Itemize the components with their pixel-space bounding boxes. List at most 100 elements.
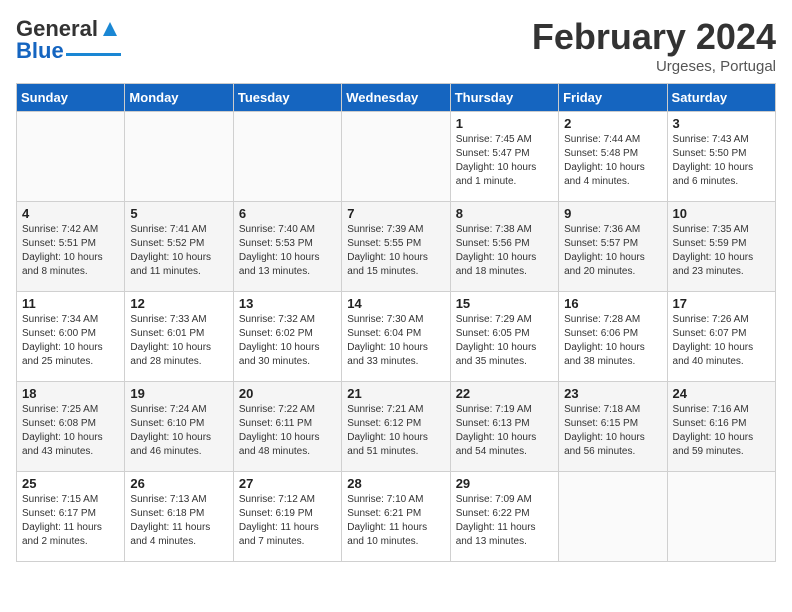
day-cell	[342, 112, 450, 202]
location: Urgeses, Portugal	[532, 58, 776, 75]
day-info: Sunrise: 7:21 AMSunset: 6:12 PMDaylight:…	[347, 403, 444, 459]
day-cell: 19 Sunrise: 7:24 AMSunset: 6:10 PMDayligh…	[125, 382, 233, 472]
day-cell: 26 Sunrise: 7:13 AMSunset: 6:18 PMDayligh…	[125, 472, 233, 562]
day-number: 14	[347, 296, 444, 311]
day-cell: 4Sunrise: 7:42 AMSunset: 5:51 PMDaylight…	[17, 202, 125, 292]
month-title: February 2024	[532, 16, 776, 58]
day-cell: 7 Sunrise: 7:39 AMSunset: 5:55 PMDaylight…	[342, 202, 450, 292]
day-cell	[125, 112, 233, 202]
day-info: Sunrise: 7:28 AMSunset: 6:06 PMDaylight:…	[564, 313, 661, 369]
day-info: Sunrise: 7:19 AMSunset: 6:13 PMDaylight:…	[456, 403, 553, 459]
day-info: Sunrise: 7:12 AMSunset: 6:19 PMDaylight:…	[239, 493, 336, 549]
day-cell: 16 Sunrise: 7:28 AMSunset: 6:06 PMDayligh…	[559, 292, 667, 382]
day-cell	[17, 112, 125, 202]
day-cell: 8Sunrise: 7:38 AMSunset: 5:56 PMDaylight…	[450, 202, 558, 292]
day-number: 23	[564, 386, 661, 401]
day-info: Sunrise: 7:41 AMSunset: 5:52 PMDaylight:…	[130, 223, 227, 279]
week-row-3: 11Sunrise: 7:34 AMSunset: 6:00 PMDayligh…	[17, 292, 776, 382]
day-cell: 29 Sunrise: 7:09 AMSunset: 6:22 PMDayligh…	[450, 472, 558, 562]
logo: General Blue	[16, 16, 121, 64]
day-cell	[233, 112, 341, 202]
day-number: 8	[456, 206, 553, 221]
day-number: 24	[673, 386, 770, 401]
day-number: 20	[239, 386, 336, 401]
header-cell-tuesday: Tuesday	[233, 84, 341, 112]
header-cell-monday: Monday	[125, 84, 233, 112]
day-number: 28	[347, 476, 444, 491]
day-number: 4	[22, 206, 119, 221]
day-number: 11	[22, 296, 119, 311]
day-info: Sunrise: 7:18 AMSunset: 6:15 PMDaylight:…	[564, 403, 661, 459]
day-number: 27	[239, 476, 336, 491]
day-info: Sunrise: 7:33 AMSunset: 6:01 PMDaylight:…	[130, 313, 227, 369]
day-info: Sunrise: 7:36 AMSunset: 5:57 PMDaylight:…	[564, 223, 661, 279]
day-cell: 18 Sunrise: 7:25 AMSunset: 6:08 PMDayligh…	[17, 382, 125, 472]
day-info: Sunrise: 7:32 AMSunset: 6:02 PMDaylight:…	[239, 313, 336, 369]
day-number: 1	[456, 116, 553, 131]
week-row-1: 1 Sunrise: 7:45 AMSunset: 5:47 PMDaylight…	[17, 112, 776, 202]
logo-blue-text: Blue	[16, 38, 64, 64]
day-info: Sunrise: 7:25 AMSunset: 6:08 PMDaylight:…	[22, 403, 119, 459]
day-number: 19	[130, 386, 227, 401]
day-number: 5	[130, 206, 227, 221]
day-cell: 21Sunrise: 7:21 AMSunset: 6:12 PMDayligh…	[342, 382, 450, 472]
day-number: 26	[130, 476, 227, 491]
day-number: 16	[564, 296, 661, 311]
day-number: 17	[673, 296, 770, 311]
header-cell-sunday: Sunday	[17, 84, 125, 112]
day-cell: 28 Sunrise: 7:10 AMSunset: 6:21 PMDayligh…	[342, 472, 450, 562]
week-row-4: 18 Sunrise: 7:25 AMSunset: 6:08 PMDayligh…	[17, 382, 776, 472]
day-number: 13	[239, 296, 336, 311]
calendar-table: SundayMondayTuesdayWednesdayThursdayFrid…	[16, 83, 776, 562]
header-cell-friday: Friday	[559, 84, 667, 112]
day-cell	[667, 472, 775, 562]
logo-blue-line: Blue	[16, 38, 121, 64]
day-number: 3	[673, 116, 770, 131]
day-cell: 25 Sunrise: 7:15 AMSunset: 6:17 PMDayligh…	[17, 472, 125, 562]
day-number: 7	[347, 206, 444, 221]
day-info: Sunrise: 7:45 AMSunset: 5:47 PMDaylight:…	[456, 133, 553, 189]
page-header: General Blue February 2024 Urgeses, Port…	[16, 16, 776, 75]
calendar-body: 1 Sunrise: 7:45 AMSunset: 5:47 PMDaylight…	[17, 112, 776, 562]
logo-underline	[66, 53, 121, 56]
day-cell: 1 Sunrise: 7:45 AMSunset: 5:47 PMDaylight…	[450, 112, 558, 202]
day-cell: 14 Sunrise: 7:30 AMSunset: 6:04 PMDayligh…	[342, 292, 450, 382]
day-info: Sunrise: 7:24 AMSunset: 6:10 PMDaylight:…	[130, 403, 227, 459]
day-number: 18	[22, 386, 119, 401]
day-cell: 9 Sunrise: 7:36 AMSunset: 5:57 PMDaylight…	[559, 202, 667, 292]
day-cell: 2Sunrise: 7:44 AMSunset: 5:48 PMDaylight…	[559, 112, 667, 202]
day-cell: 22Sunrise: 7:19 AMSunset: 6:13 PMDayligh…	[450, 382, 558, 472]
header-cell-saturday: Saturday	[667, 84, 775, 112]
day-info: Sunrise: 7:22 AMSunset: 6:11 PMDaylight:…	[239, 403, 336, 459]
day-info: Sunrise: 7:26 AMSunset: 6:07 PMDaylight:…	[673, 313, 770, 369]
day-cell: 17 Sunrise: 7:26 AMSunset: 6:07 PMDayligh…	[667, 292, 775, 382]
day-cell: 20 Sunrise: 7:22 AMSunset: 6:11 PMDayligh…	[233, 382, 341, 472]
day-cell: 5 Sunrise: 7:41 AMSunset: 5:52 PMDaylight…	[125, 202, 233, 292]
day-info: Sunrise: 7:13 AMSunset: 6:18 PMDaylight:…	[130, 493, 227, 549]
day-number: 6	[239, 206, 336, 221]
day-cell: 3Sunrise: 7:43 AMSunset: 5:50 PMDaylight…	[667, 112, 775, 202]
day-number: 15	[456, 296, 553, 311]
header-cell-thursday: Thursday	[450, 84, 558, 112]
day-number: 25	[22, 476, 119, 491]
logo-icon	[99, 18, 121, 40]
week-row-2: 4Sunrise: 7:42 AMSunset: 5:51 PMDaylight…	[17, 202, 776, 292]
day-number: 12	[130, 296, 227, 311]
day-number: 10	[673, 206, 770, 221]
day-cell: 13 Sunrise: 7:32 AMSunset: 6:02 PMDayligh…	[233, 292, 341, 382]
day-info: Sunrise: 7:40 AMSunset: 5:53 PMDaylight:…	[239, 223, 336, 279]
day-cell: 11Sunrise: 7:34 AMSunset: 6:00 PMDayligh…	[17, 292, 125, 382]
day-number: 29	[456, 476, 553, 491]
day-info: Sunrise: 7:30 AMSunset: 6:04 PMDaylight:…	[347, 313, 444, 369]
day-info: Sunrise: 7:39 AMSunset: 5:55 PMDaylight:…	[347, 223, 444, 279]
title-block: February 2024 Urgeses, Portugal	[532, 16, 776, 75]
day-info: Sunrise: 7:16 AMSunset: 6:16 PMDaylight:…	[673, 403, 770, 459]
calendar-header: SundayMondayTuesdayWednesdayThursdayFrid…	[17, 84, 776, 112]
day-info: Sunrise: 7:15 AMSunset: 6:17 PMDaylight:…	[22, 493, 119, 549]
day-cell: 10Sunrise: 7:35 AMSunset: 5:59 PMDayligh…	[667, 202, 775, 292]
header-cell-wednesday: Wednesday	[342, 84, 450, 112]
day-info: Sunrise: 7:10 AMSunset: 6:21 PMDaylight:…	[347, 493, 444, 549]
day-info: Sunrise: 7:09 AMSunset: 6:22 PMDaylight:…	[456, 493, 553, 549]
day-info: Sunrise: 7:29 AMSunset: 6:05 PMDaylight:…	[456, 313, 553, 369]
day-number: 9	[564, 206, 661, 221]
